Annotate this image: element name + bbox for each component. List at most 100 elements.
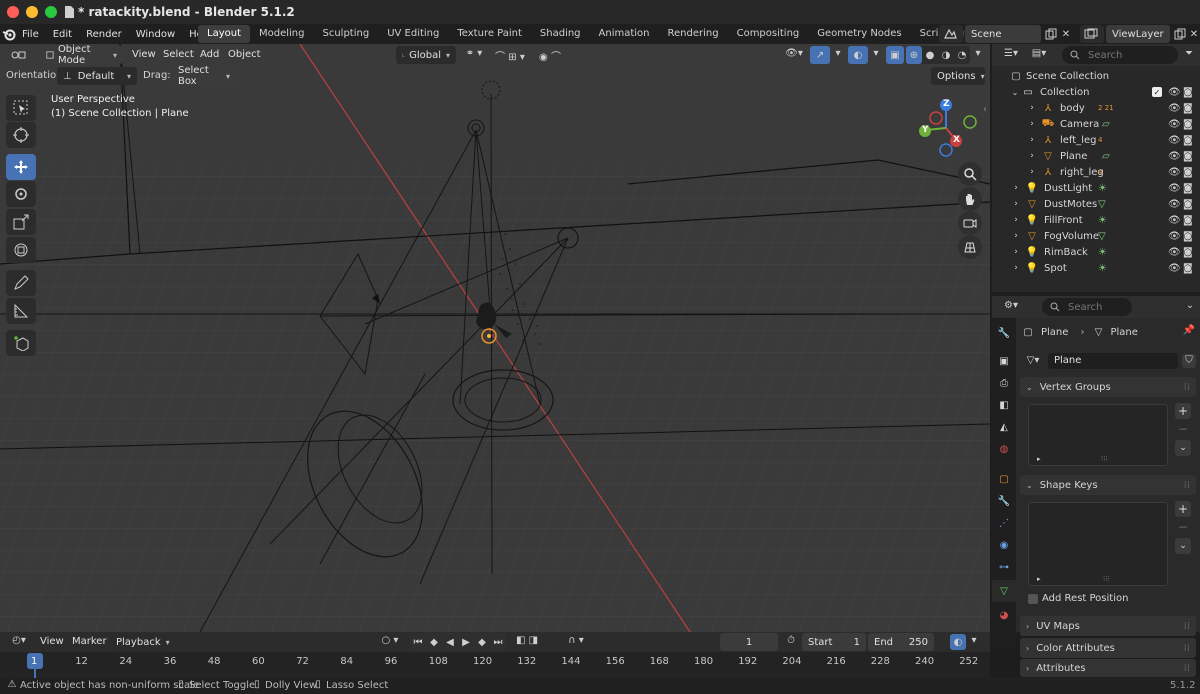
mesh-browse-icon[interactable]: ▽▾ <box>1022 355 1044 366</box>
tab-scene-icon[interactable]: ◭ <box>992 416 1016 438</box>
tab-material-icon[interactable]: ◕ <box>992 604 1016 626</box>
shading-chevron-icon[interactable]: ▾ <box>972 48 984 59</box>
outliner-editor-type-icon[interactable]: ☰▾ <box>1000 48 1022 59</box>
tab-tool-icon[interactable]: 🔧 <box>992 322 1016 344</box>
xray-toggle-icon[interactable]: ▣ <box>886 46 904 64</box>
editor-type-icon[interactable] <box>8 47 30 63</box>
jump-keyframe-forward-icon[interactable]: ◆ <box>474 637 490 648</box>
auto-keying-icon[interactable]: ○ ▾ <box>376 635 404 646</box>
outliner-collection[interactable]: ⌄ ▭ Collection ✓ 👁 ◙ <box>992 84 1200 100</box>
add-shape-key-button[interactable]: + <box>1175 501 1191 517</box>
cursor-tool[interactable] <box>6 122 36 148</box>
tab-texture-paint[interactable]: Texture Paint <box>448 25 531 43</box>
timeline-menu-marker[interactable]: Marker <box>65 636 114 647</box>
tab-object-icon[interactable]: ▢ <box>992 468 1016 490</box>
zoom-icon[interactable] <box>958 162 982 186</box>
minimize-window-button[interactable] <box>26 6 38 18</box>
tab-world-icon[interactable]: ◍ <box>992 438 1016 460</box>
jump-end-icon[interactable]: ⏭ <box>490 637 506 648</box>
drag-select-box-dropdown[interactable]: Select Box ▾ <box>172 65 236 87</box>
orientation-dropdown[interactable]: ⊥ Default ▾ <box>57 67 137 85</box>
keying-set-icon[interactable]: ∩ ▾ <box>562 635 590 646</box>
tab-animation[interactable]: Animation <box>590 25 659 43</box>
playback-dropdown[interactable]: Playback ▾ <box>110 633 170 651</box>
render-camera-icon[interactable]: ◙ <box>1183 119 1193 130</box>
visibility-eye-icon[interactable]: 👁 <box>1168 231 1181 242</box>
outliner-item-plane[interactable]: › ▽ Plane ▱ 👁 ◙ <box>992 148 1200 164</box>
drag-handle-icon[interactable]: ⁞⁞ <box>1184 663 1190 674</box>
expand-chevron-icon[interactable]: › <box>1012 263 1020 273</box>
pivot-point-icon[interactable]: ⚭ ▾ <box>462 48 486 59</box>
outliner-item-dustmotes[interactable]: › ▽ DustMotes ▽ 👁 ◙ <box>992 196 1200 212</box>
drag-handle-icon[interactable]: ⁞⁞ <box>1184 643 1190 654</box>
viewport-menu-object[interactable]: Object <box>221 49 268 60</box>
options-dropdown[interactable]: Options ▾ <box>931 67 985 85</box>
play-reverse-icon[interactable]: ◀ <box>442 637 458 648</box>
list-resize-handle[interactable]: ⁝⁝⁝ <box>1101 455 1108 463</box>
outliner-search-input[interactable]: Search <box>1062 46 1178 64</box>
render-camera-icon[interactable]: ◙ <box>1183 263 1193 274</box>
timeline-overlay-icon[interactable]: ◐ <box>950 634 966 650</box>
properties-options-icon[interactable]: ⌄ <box>1184 300 1196 311</box>
maximize-window-button[interactable] <box>45 6 57 18</box>
expand-chevron-icon[interactable]: › <box>1028 167 1036 177</box>
scene-name-field[interactable]: Scene <box>965 25 1041 43</box>
vertex-groups-list[interactable]: ▸ ⁝⁝⁝ <box>1028 404 1168 466</box>
material-shading-icon[interactable]: ◑ <box>938 50 954 61</box>
3d-viewport[interactable] <box>0 44 990 632</box>
tab-view-layer-icon[interactable]: ◧ <box>992 394 1016 416</box>
close-scene-icon[interactable]: ✕ <box>1059 29 1073 40</box>
rotate-tool[interactable] <box>6 181 36 207</box>
gizmo-chevron-icon[interactable]: ▾ <box>832 48 844 59</box>
render-camera-icon[interactable]: ◙ <box>1183 103 1193 114</box>
wireframe-shading-icon[interactable]: ⊕ <box>906 46 922 64</box>
display-mode-icon[interactable]: ▤▾ <box>1028 48 1050 59</box>
visibility-eye-icon[interactable]: 👁 <box>1168 167 1181 178</box>
proportional-editing-icon[interactable]: ◉ ⌒ <box>535 48 565 63</box>
outliner-item-rimback[interactable]: › 💡 RimBack ☀ 👁 ◙ <box>992 244 1200 260</box>
outliner-scene-collection[interactable]: ▢ Scene Collection <box>992 68 1200 84</box>
drag-handle-icon[interactable]: ⁞⁞ <box>1184 480 1190 491</box>
properties-editor-type-icon[interactable]: ⚙▾ <box>1000 300 1022 311</box>
outliner-item-fogvolume[interactable]: › ▽ FogVolume ▽ 👁 ◙ <box>992 228 1200 244</box>
vertex-groups-panel-header[interactable]: ⌄ Vertex Groups ⁞⁞ <box>1020 377 1196 397</box>
pin-icon[interactable]: 📌 <box>1183 325 1195 336</box>
list-resize-handle[interactable]: ⁝⁝⁝ <box>1103 575 1110 583</box>
expand-chevron-icon[interactable]: › <box>1028 135 1036 145</box>
annotate-tool[interactable] <box>6 270 36 296</box>
object-mode-dropdown[interactable]: Object Mode ▾ <box>40 44 123 66</box>
timeline-editor-type-icon[interactable]: ◴▾ <box>8 635 30 646</box>
jump-keyframe-back-icon[interactable]: ◆ <box>426 637 442 648</box>
shape-keys-panel-header[interactable]: ⌄ Shape Keys ⁞⁞ <box>1020 475 1196 495</box>
attributes-panel-header[interactable]: › Attributes ⁞⁞ <box>1020 659 1196 677</box>
tab-compositing[interactable]: Compositing <box>728 25 809 43</box>
start-frame-field[interactable]: Start 1 <box>802 633 866 651</box>
ortho-grid-icon[interactable] <box>958 235 982 259</box>
visibility-eye-icon[interactable]: 👁 <box>1168 199 1181 210</box>
measure-tool[interactable] <box>6 298 36 324</box>
expand-chevron-icon[interactable]: › <box>1012 247 1020 257</box>
solid-shading-icon[interactable]: ● <box>922 50 938 61</box>
pan-hand-icon[interactable] <box>958 187 982 211</box>
play-icon[interactable]: ▶ <box>458 637 474 648</box>
outliner-item-body[interactable]: › ⅄ body 2 21 👁 ◙ <box>992 100 1200 116</box>
add-vertex-group-button[interactable]: + <box>1175 403 1191 419</box>
visibility-icon[interactable]: 👁▾ <box>782 48 806 59</box>
visibility-eye-icon[interactable]: 👁 <box>1168 135 1181 146</box>
list-expand-icon[interactable]: ▸ <box>1037 575 1041 583</box>
tab-physics-icon[interactable]: ◉ <box>992 534 1016 556</box>
expand-chevron-icon[interactable]: › <box>1012 199 1020 209</box>
scene-icon[interactable] <box>939 25 963 43</box>
tab-uv-editing[interactable]: UV Editing <box>378 25 448 43</box>
vertex-group-specials-button[interactable]: ⌄ <box>1175 440 1191 456</box>
add-rest-position-row[interactable]: Add Rest Position <box>1028 593 1128 604</box>
expand-chevron-icon[interactable]: › <box>1028 151 1036 161</box>
tab-shading[interactable]: Shading <box>531 25 590 43</box>
expand-chevron-icon[interactable]: › <box>1028 119 1036 129</box>
tab-output-icon[interactable]: ⎙ <box>992 372 1016 394</box>
render-camera-icon[interactable]: ◙ <box>1183 151 1193 162</box>
expand-chevron-icon[interactable]: ⌄ <box>1010 88 1020 97</box>
blender-logo-icon[interactable] <box>2 27 16 41</box>
render-camera-icon[interactable]: ◙ <box>1183 183 1193 194</box>
outliner-item-left-leg[interactable]: › ⅄ left_leg 4 👁 ◙ <box>992 132 1200 148</box>
